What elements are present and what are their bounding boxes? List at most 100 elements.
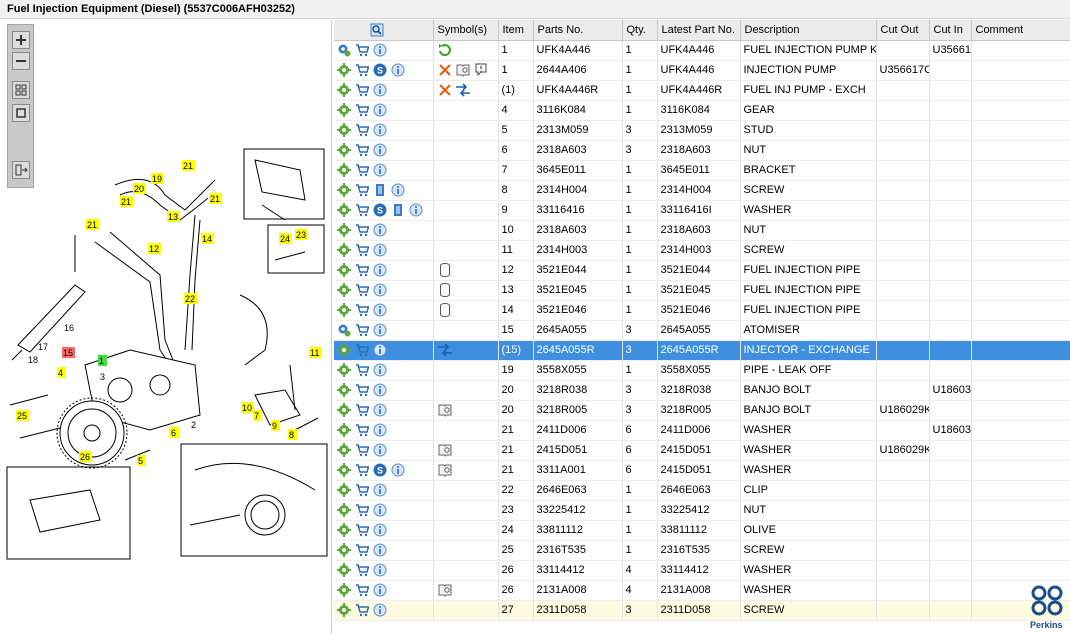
table-row[interactable]: S 21 3311A001 6 2415D051 WASHER <box>334 460 1070 481</box>
table-row[interactable]: 11 2314H003 1 2314H003 SCREW <box>334 240 1070 261</box>
table-row[interactable]: 25 2316T535 1 2316T535 SCREW <box>334 540 1070 561</box>
cart-icon[interactable] <box>355 203 369 217</box>
table-row[interactable]: 23 33225412 1 33225412 NUT <box>334 500 1070 521</box>
callout-13[interactable]: 13 <box>168 212 178 222</box>
table-row[interactable]: 10 2318A603 1 2318A603 NUT <box>334 220 1070 241</box>
cart-icon[interactable] <box>355 523 369 537</box>
settings-icon[interactable] <box>337 223 351 237</box>
info-icon[interactable] <box>373 563 387 577</box>
cart-icon[interactable] <box>355 303 369 317</box>
cart-icon[interactable] <box>355 343 369 357</box>
info-icon[interactable] <box>373 363 387 377</box>
callout-24[interactable]: 24 <box>280 234 290 244</box>
info-icon[interactable] <box>373 143 387 157</box>
table-row[interactable]: 26 2131A008 4 2131A008 WASHER <box>334 580 1070 601</box>
table-row[interactable]: 12 3521E044 1 3521E044 FUEL INJECTION PIPE <box>334 260 1070 281</box>
settings-icon[interactable] <box>337 383 351 397</box>
cart-icon[interactable] <box>355 503 369 517</box>
settings-icon[interactable] <box>337 303 351 317</box>
table-row[interactable]: 6 2318A603 3 2318A603 NUT <box>334 140 1070 161</box>
info-icon[interactable] <box>373 43 387 57</box>
callout-23[interactable]: 23 <box>296 230 306 240</box>
column-header-qty[interactable]: Qty. <box>622 20 658 41</box>
callout-11[interactable]: 11 <box>310 348 319 358</box>
cart-icon[interactable] <box>355 603 369 617</box>
callout-20[interactable]: 20 <box>134 184 144 194</box>
cart-icon[interactable] <box>355 143 369 157</box>
table-row[interactable]: 27 2311D058 3 2311D058 SCREW <box>334 600 1070 621</box>
callout-16[interactable]: 16 <box>64 323 74 333</box>
table-row[interactable]: (1) UFK4A446R 1 UFK4A446R FUEL INJ PUMP - EX… <box>334 80 1070 101</box>
column-header-parts-no[interactable]: Parts No. <box>533 20 623 41</box>
callout-21-b[interactable]: 21 <box>121 197 131 207</box>
cylinder-icon[interactable] <box>437 262 453 278</box>
callout-3[interactable]: 3 <box>100 372 105 382</box>
callout-2[interactable]: 2 <box>191 420 196 430</box>
settings-icon[interactable] <box>337 503 351 517</box>
cart-icon[interactable] <box>355 363 369 377</box>
table-row[interactable]: 22 2646E063 1 2646E063 CLIP <box>334 480 1070 501</box>
exchange-icon[interactable] <box>455 82 471 98</box>
info-icon[interactable] <box>409 203 423 217</box>
info-icon[interactable] <box>373 483 387 497</box>
settings-icon[interactable] <box>337 523 351 537</box>
info-icon[interactable] <box>373 243 387 257</box>
table-row[interactable]: 8 2314H004 1 2314H004 SCREW <box>334 180 1070 201</box>
info-icon[interactable] <box>391 63 405 77</box>
info-icon[interactable] <box>373 283 387 297</box>
info-icon[interactable] <box>373 443 387 457</box>
info-icon[interactable] <box>373 503 387 517</box>
refresh-icon[interactable] <box>437 42 453 58</box>
column-header-comment[interactable]: Comment <box>971 20 1070 41</box>
settings-icon[interactable] <box>337 183 351 197</box>
info-icon[interactable] <box>373 423 387 437</box>
cart-icon[interactable] <box>355 543 369 557</box>
table-row[interactable]: 5 2313M059 3 2313M059 STUD <box>334 120 1070 141</box>
parts-drawing[interactable]: 21 20 19 21 21 13 14 12 21 22 24 23 16 1… <box>0 20 332 634</box>
settings-plus-icon[interactable] <box>337 43 351 57</box>
info-icon[interactable] <box>373 403 387 417</box>
column-header-actions[interactable] <box>334 20 434 41</box>
service-icon[interactable]: S <box>373 203 387 217</box>
info-icon[interactable] <box>373 163 387 177</box>
table-row[interactable]: 20 3218R005 3 3218R005 BANJO BOLT U186029K <box>334 400 1070 421</box>
note-icon[interactable] <box>473 62 489 78</box>
cart-icon[interactable] <box>355 323 369 337</box>
callout-10[interactable]: 10 <box>242 403 252 413</box>
settings-icon[interactable] <box>337 203 351 217</box>
cart-icon[interactable] <box>355 463 369 477</box>
settings-plus-icon[interactable] <box>337 323 351 337</box>
callout-21-c[interactable]: 21 <box>210 194 220 204</box>
settings-icon[interactable] <box>337 163 351 177</box>
callout-21-a[interactable]: 21 <box>183 161 193 171</box>
book-icon[interactable] <box>437 402 453 418</box>
column-header-item[interactable]: Item <box>498 20 534 41</box>
info-icon[interactable] <box>373 103 387 117</box>
table-row[interactable]: 21 2415D051 6 2415D051 WASHER U186029K <box>334 440 1070 461</box>
book-icon[interactable] <box>455 62 471 78</box>
callout-22[interactable]: 22 <box>185 294 195 304</box>
column-header-symbols[interactable]: Symbol(s) <box>433 20 499 41</box>
cart-icon[interactable] <box>355 123 369 137</box>
settings-icon[interactable] <box>337 543 351 557</box>
info-icon[interactable] <box>373 583 387 597</box>
callout-9[interactable]: 9 <box>272 421 277 431</box>
table-row[interactable]: 1 UFK4A446 1 UFK4A446 FUEL INJECTION PUMP KI… <box>334 40 1070 61</box>
callout-21-d[interactable]: 21 <box>87 220 97 230</box>
settings-icon[interactable] <box>337 443 351 457</box>
settings-icon[interactable] <box>337 363 351 377</box>
callout-5[interactable]: 5 <box>138 456 143 466</box>
column-header-cut-out[interactable]: Cut Out <box>876 20 930 41</box>
settings-icon[interactable] <box>337 283 351 297</box>
info-icon[interactable] <box>373 223 387 237</box>
cart-icon[interactable] <box>355 423 369 437</box>
table-row[interactable]: 19 3558X055 1 3558X055 PIPE - LEAK OFF <box>334 360 1070 381</box>
info-icon[interactable] <box>373 383 387 397</box>
callout-17[interactable]: 17 <box>38 342 48 352</box>
table-row[interactable]: 4 3116K084 1 3116K084 GEAR <box>334 100 1070 121</box>
callout-25[interactable]: 25 <box>17 411 27 421</box>
book-icon[interactable] <box>437 462 453 478</box>
callout-12[interactable]: 12 <box>149 244 159 254</box>
search-icon[interactable] <box>370 23 384 37</box>
exchange-icon[interactable] <box>437 342 453 358</box>
